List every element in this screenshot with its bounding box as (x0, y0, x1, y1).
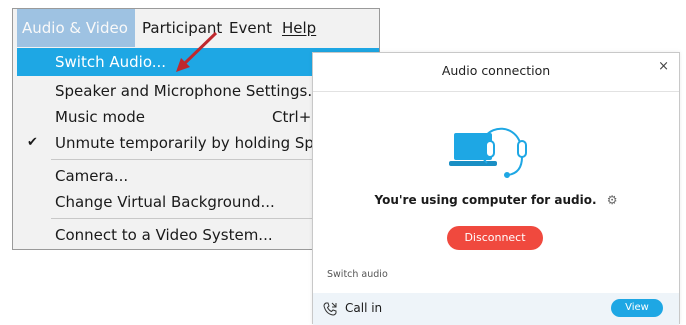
gear-icon[interactable]: ⚙ (607, 193, 618, 207)
call-in-row[interactable]: Call in View (313, 293, 679, 325)
dialog-divider (313, 91, 679, 92)
arrow-annotation (176, 31, 218, 72)
menu-item-label: Unmute temporarily by holding Spac (55, 134, 332, 152)
status-text: You're using computer for audio. (374, 193, 597, 207)
phone-icon (323, 302, 337, 316)
menu-help-label: Help (282, 19, 317, 37)
menu-item-label: Speaker and Microphone Settings... (55, 82, 322, 100)
menu-item-label: Change Virtual Background... (55, 193, 275, 211)
menu-item-label: Connect to a Video System... (55, 226, 273, 244)
close-icon[interactable]: × (658, 59, 669, 74)
menu-audio-video[interactable]: Audio & Video (17, 9, 135, 47)
dialog-title: Audio connection (441, 63, 551, 78)
menu-event[interactable]: Event (224, 9, 274, 47)
disconnect-button[interactable]: Disconnect (447, 226, 543, 250)
check-icon: ✔ (27, 135, 38, 150)
switch-audio-label: Switch audio (327, 269, 388, 280)
audio-status: You're using computer for audio. ⚙ (313, 193, 679, 207)
computer-headset-icon (449, 127, 527, 178)
menu-item-label: Camera... (55, 167, 129, 185)
menu-item-label: Music mode (55, 108, 145, 126)
audio-connection-dialog: Audio connection × You're using computer… (312, 52, 680, 325)
menu-help[interactable]: Help (277, 9, 319, 47)
menu-item-label: Switch Audio... (55, 53, 167, 71)
view-button[interactable]: View (611, 299, 663, 317)
call-in-label: Call in (345, 301, 383, 315)
menu-event-label: Event (229, 19, 272, 37)
